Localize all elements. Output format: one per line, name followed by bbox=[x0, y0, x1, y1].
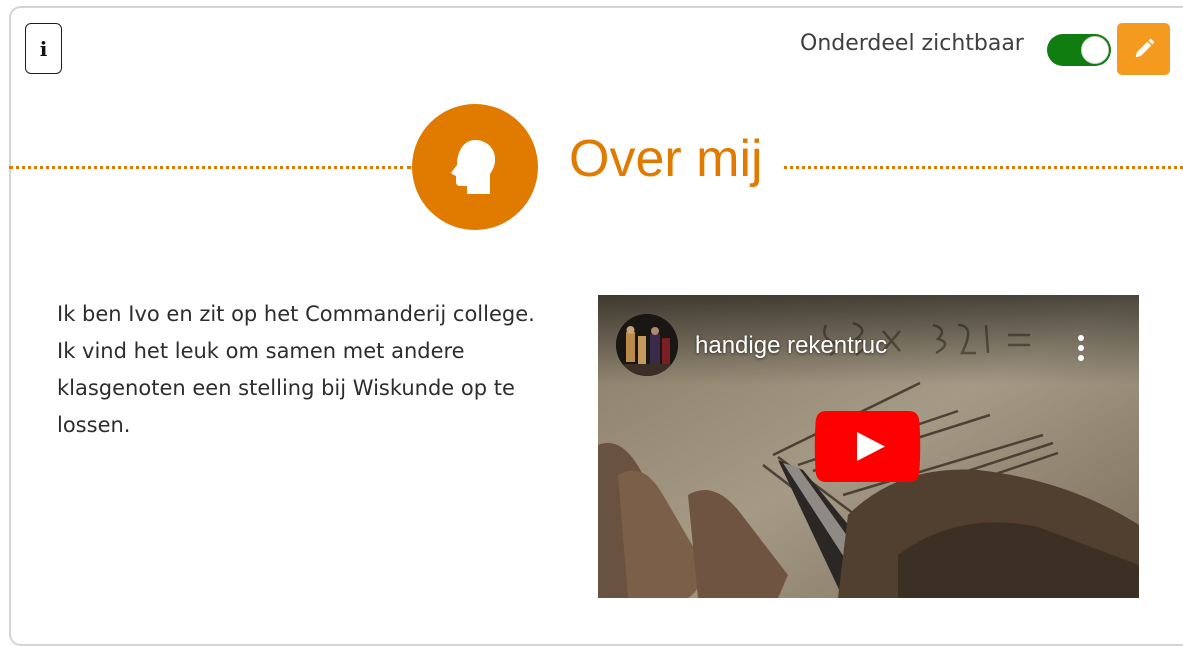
divider-left bbox=[9, 166, 411, 169]
intro-text: Ik ben Ivo en zit op het Commanderij col… bbox=[57, 302, 535, 437]
youtube-play-icon[interactable] bbox=[814, 409, 921, 484]
menu-dot bbox=[1078, 345, 1084, 351]
info-icon: i bbox=[39, 36, 48, 61]
head-silhouette-icon bbox=[451, 140, 496, 194]
toggle-knob bbox=[1081, 36, 1109, 64]
info-button[interactable]: i bbox=[25, 23, 62, 74]
menu-dot bbox=[1078, 335, 1084, 341]
more-vertical-icon[interactable] bbox=[1068, 331, 1094, 365]
visibility-label: Onderdeel zichtbaar bbox=[800, 31, 1024, 56]
divider-right bbox=[784, 166, 1183, 169]
section-icon-badge bbox=[412, 104, 538, 230]
video-title[interactable]: handige rekentruc bbox=[695, 332, 887, 360]
section-title: Over mij bbox=[569, 130, 763, 188]
menu-dot bbox=[1078, 355, 1084, 361]
visibility-toggle[interactable] bbox=[1047, 34, 1111, 66]
pencil-icon bbox=[1135, 38, 1154, 58]
video-embed[interactable]: handige rekentruc bbox=[598, 295, 1139, 598]
edit-button[interactable] bbox=[1117, 23, 1170, 75]
channel-avatar[interactable] bbox=[616, 314, 678, 376]
